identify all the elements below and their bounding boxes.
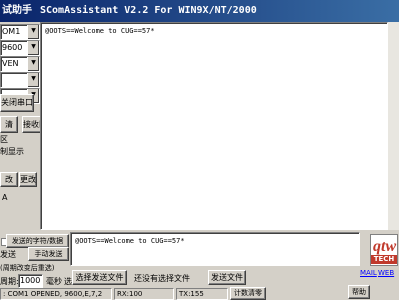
svg-text:qtw: qtw — [373, 238, 396, 255]
parity-value: VEN — [2, 59, 19, 68]
port-value: OM1 — [2, 27, 21, 36]
chevron-down-icon[interactable]: ▼ — [27, 25, 39, 39]
port-select[interactable]: OM1 ▼ — [0, 24, 40, 40]
databits-select[interactable]: ▼ — [0, 72, 40, 88]
auto-send-label: 发送 — [0, 250, 16, 259]
letter-a-label: A — [2, 193, 8, 202]
send-text: @OOTS==Welcome to CUG==57* — [75, 237, 185, 245]
window-title-cn: 试助手 — [2, 5, 32, 16]
help-button[interactable]: 帮助 — [348, 285, 370, 299]
chevron-down-icon[interactable]: ▼ — [27, 57, 39, 71]
baud-value: 9600 — [2, 43, 23, 52]
title-bar: 试助手 SComAssistant V2.2 For WIN9X/NT/2000 — [0, 0, 399, 22]
receive-textarea[interactable]: @OOTS==Welcome to CUG==57* — [40, 22, 388, 230]
baud-select[interactable]: 9600 ▼ — [0, 40, 40, 56]
port-status: : COM1 OPENED, 9600,E,7,2 — [0, 288, 112, 300]
reset-count-button[interactable]: 计数清零 — [230, 287, 266, 300]
tx-count: TX:155 — [176, 288, 228, 300]
clear-button[interactable]: 清 — [0, 116, 18, 133]
chevron-down-icon[interactable]: ▼ — [27, 41, 39, 55]
window-title: SComAssistant V2.2 For WIN9X/NT/2000 — [40, 5, 257, 16]
mail-link[interactable]: MAIL — [360, 267, 377, 279]
manual-send-button[interactable]: 手动发送 — [28, 247, 69, 261]
parity-select[interactable]: VEN ▼ — [0, 56, 40, 72]
period-input[interactable]: 1000 — [18, 274, 43, 288]
rx-count: RX:100 — [114, 288, 174, 300]
change-button-left[interactable]: 改 — [0, 172, 18, 187]
close-port-button[interactable]: 关闭串口 — [0, 94, 34, 112]
period-prefix: 周期: — [0, 277, 19, 286]
receive-scrollbar[interactable] — [388, 22, 399, 230]
hex-display-label: 制显示 — [0, 147, 24, 156]
auto-send-hint: (周期改变后重选) — [0, 264, 55, 272]
select-prefix-label: 选 — [64, 277, 72, 286]
no-file-label: 还没有选择文件 — [134, 274, 190, 283]
logo: qtw TECH — [370, 234, 398, 266]
change-button[interactable]: 更改 — [19, 172, 37, 187]
receive-text: @OOTS==Welcome to CUG==57* — [45, 27, 155, 35]
chevron-down-icon[interactable]: ▼ — [27, 73, 39, 87]
period-unit: 毫秒 — [46, 277, 62, 286]
area-label: 区 — [0, 135, 8, 144]
logo-mark-icon: qtw — [373, 238, 396, 255]
select-file-button[interactable]: 选择发送文件 — [72, 270, 127, 285]
send-chars-button[interactable]: 发送的字符/数据 — [6, 234, 69, 248]
web-link[interactable]: WEB — [378, 267, 394, 279]
send-file-button[interactable]: 发送文件 — [208, 270, 246, 285]
send-textarea[interactable]: @OOTS==Welcome to CUG==57* — [70, 232, 360, 266]
logo-text: TECH — [371, 255, 397, 264]
